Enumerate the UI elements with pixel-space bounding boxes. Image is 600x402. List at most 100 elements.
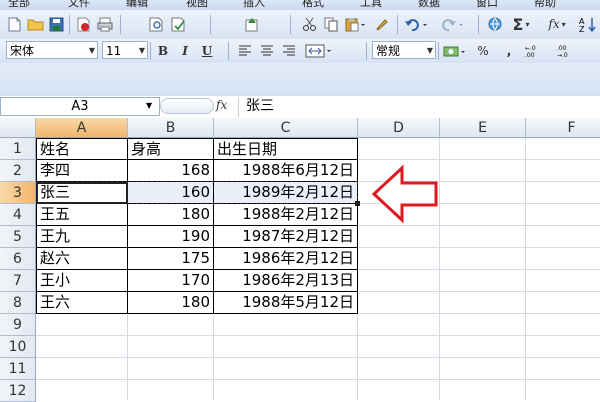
cell-b1[interactable]: 身高 bbox=[128, 138, 214, 160]
spellcheck-icon[interactable] bbox=[170, 16, 188, 32]
row-header-4[interactable]: 4 bbox=[0, 204, 36, 226]
cell-c7[interactable]: 1986年2月13日 bbox=[214, 270, 358, 292]
cell-b8[interactable]: 180 bbox=[128, 292, 214, 314]
redo-icon[interactable] bbox=[440, 16, 466, 32]
column-header-e[interactable]: E bbox=[440, 118, 526, 138]
font-size-value: 11 bbox=[106, 44, 122, 58]
select-all-corner[interactable] bbox=[0, 118, 36, 138]
cell-c5[interactable]: 1987年2月12日 bbox=[214, 226, 358, 248]
column-header-d[interactable]: D bbox=[358, 118, 440, 138]
cell-a7[interactable]: 王小 bbox=[36, 270, 128, 292]
formula-bar-splitter[interactable] bbox=[160, 98, 214, 114]
cell-c6[interactable]: 1986年2月12日 bbox=[214, 248, 358, 270]
open-folder-icon[interactable] bbox=[26, 16, 44, 32]
research-icon[interactable] bbox=[244, 16, 264, 32]
cell-a3[interactable]: 张三 bbox=[36, 182, 128, 204]
menu-window[interactable]: 窗口 bbox=[476, 0, 498, 10]
currency-icon[interactable] bbox=[442, 42, 468, 60]
menu-all[interactable]: 全部 bbox=[8, 0, 30, 10]
cut-icon[interactable] bbox=[300, 16, 318, 32]
row-header-2[interactable]: 2 bbox=[0, 160, 36, 182]
cell-c2[interactable]: 1988年6月12日 bbox=[214, 160, 358, 182]
underline-button[interactable]: U bbox=[198, 42, 216, 60]
svg-text:←.0: ←.0 bbox=[525, 45, 536, 52]
percent-button[interactable]: % bbox=[474, 42, 492, 60]
paste-icon[interactable] bbox=[344, 16, 368, 32]
menu-help[interactable]: 帮助 bbox=[534, 0, 556, 10]
undo-icon[interactable] bbox=[404, 16, 430, 32]
gridline bbox=[127, 314, 128, 400]
cell-a1[interactable]: 姓名 bbox=[36, 138, 128, 160]
print-icon[interactable] bbox=[96, 16, 114, 32]
function-icon[interactable]: fx ▾ bbox=[544, 15, 570, 33]
row-header-5[interactable]: 5 bbox=[0, 226, 36, 248]
merge-center-icon[interactable] bbox=[304, 42, 334, 60]
print-preview-icon[interactable] bbox=[148, 16, 166, 32]
menu-insert[interactable]: 插入 bbox=[243, 0, 265, 10]
cell-c1[interactable]: 出生日期 bbox=[214, 138, 358, 160]
cell-b3[interactable]: 160 bbox=[128, 182, 214, 204]
menu-format[interactable]: 格式 bbox=[302, 0, 324, 10]
sort-icon[interactable]: AZ bbox=[578, 15, 598, 33]
separator bbox=[478, 15, 479, 34]
hyperlink-icon[interactable] bbox=[486, 16, 504, 32]
menu-file[interactable]: 文件 bbox=[68, 0, 90, 10]
align-center-icon[interactable] bbox=[258, 42, 276, 60]
decrease-decimal-icon[interactable]: .00 →.0 bbox=[556, 42, 582, 60]
font-name-select[interactable]: 宋体 ▼ bbox=[6, 41, 98, 59]
insert-function-button[interactable]: fx bbox=[216, 98, 227, 112]
menu-view[interactable]: 视图 bbox=[186, 0, 208, 10]
name-box[interactable]: A3 bbox=[0, 97, 160, 116]
increase-decimal-icon[interactable]: ←.0.00 bbox=[524, 42, 550, 60]
bold-button[interactable]: B bbox=[154, 42, 172, 60]
column-header-f[interactable]: F bbox=[526, 118, 600, 138]
svg-text:→.0: →.0 bbox=[557, 52, 568, 58]
align-left-icon[interactable] bbox=[236, 42, 254, 60]
row-header-3[interactable]: 3 bbox=[0, 182, 36, 204]
new-file-icon[interactable] bbox=[6, 16, 22, 32]
row-header-1[interactable]: 1 bbox=[0, 138, 36, 160]
cell-b4[interactable]: 180 bbox=[128, 204, 214, 226]
comma-button[interactable]: , bbox=[500, 42, 518, 60]
italic-button[interactable]: I bbox=[176, 42, 194, 60]
separator bbox=[150, 42, 151, 60]
autosum-icon[interactable]: Σ ▾ bbox=[508, 15, 534, 34]
number-format-select[interactable]: 常规 ▼ bbox=[372, 41, 436, 59]
font-size-select[interactable]: 11 ▼ bbox=[102, 41, 148, 59]
cell-a5[interactable]: 王九 bbox=[36, 226, 128, 248]
row-header-9[interactable]: 9 bbox=[0, 314, 36, 336]
separator bbox=[366, 42, 367, 60]
cell-b7[interactable]: 170 bbox=[128, 270, 214, 292]
row-header-8[interactable]: 8 bbox=[0, 292, 36, 314]
cell-b5[interactable]: 190 bbox=[128, 226, 214, 248]
row-header-11[interactable]: 11 bbox=[0, 358, 36, 380]
column-header-a[interactable]: A bbox=[36, 118, 128, 138]
cell-c8[interactable]: 1988年5月12日 bbox=[214, 292, 358, 314]
cell-a4[interactable]: 王五 bbox=[36, 204, 128, 226]
cell-a8[interactable]: 王六 bbox=[36, 292, 128, 314]
cell-b6[interactable]: 175 bbox=[128, 248, 214, 270]
svg-text:Z: Z bbox=[579, 25, 585, 33]
menu-data[interactable]: 数据 bbox=[418, 0, 440, 10]
cell-a6[interactable]: 赵六 bbox=[36, 248, 128, 270]
row-header-10[interactable]: 10 bbox=[0, 336, 36, 358]
cell-b2[interactable]: 168 bbox=[128, 160, 214, 182]
column-header-b[interactable]: B bbox=[128, 118, 214, 138]
align-right-icon[interactable] bbox=[280, 42, 298, 60]
row-header-7[interactable]: 7 bbox=[0, 270, 36, 292]
column-header-c[interactable]: C bbox=[214, 118, 358, 138]
row-header-12[interactable]: 12 bbox=[0, 380, 36, 402]
format-painter-icon[interactable] bbox=[372, 16, 390, 32]
save-icon[interactable] bbox=[47, 16, 65, 32]
menu-tools[interactable]: 工具 bbox=[360, 0, 382, 10]
menu-edit[interactable]: 编辑 bbox=[126, 0, 148, 10]
cell-c3[interactable]: 1989年2月12日 bbox=[214, 182, 358, 204]
row-header-6[interactable]: 6 bbox=[0, 248, 36, 270]
cell-c4[interactable]: 1988年2月12日 bbox=[214, 204, 358, 226]
name-box-value: A3 bbox=[71, 99, 89, 114]
chevron-down-icon[interactable]: ▼ bbox=[146, 101, 152, 110]
copy-icon[interactable] bbox=[322, 16, 340, 32]
formula-input[interactable]: 张三 bbox=[246, 97, 274, 116]
pdf-icon[interactable] bbox=[74, 16, 92, 32]
cell-a2[interactable]: 李四 bbox=[36, 160, 128, 182]
